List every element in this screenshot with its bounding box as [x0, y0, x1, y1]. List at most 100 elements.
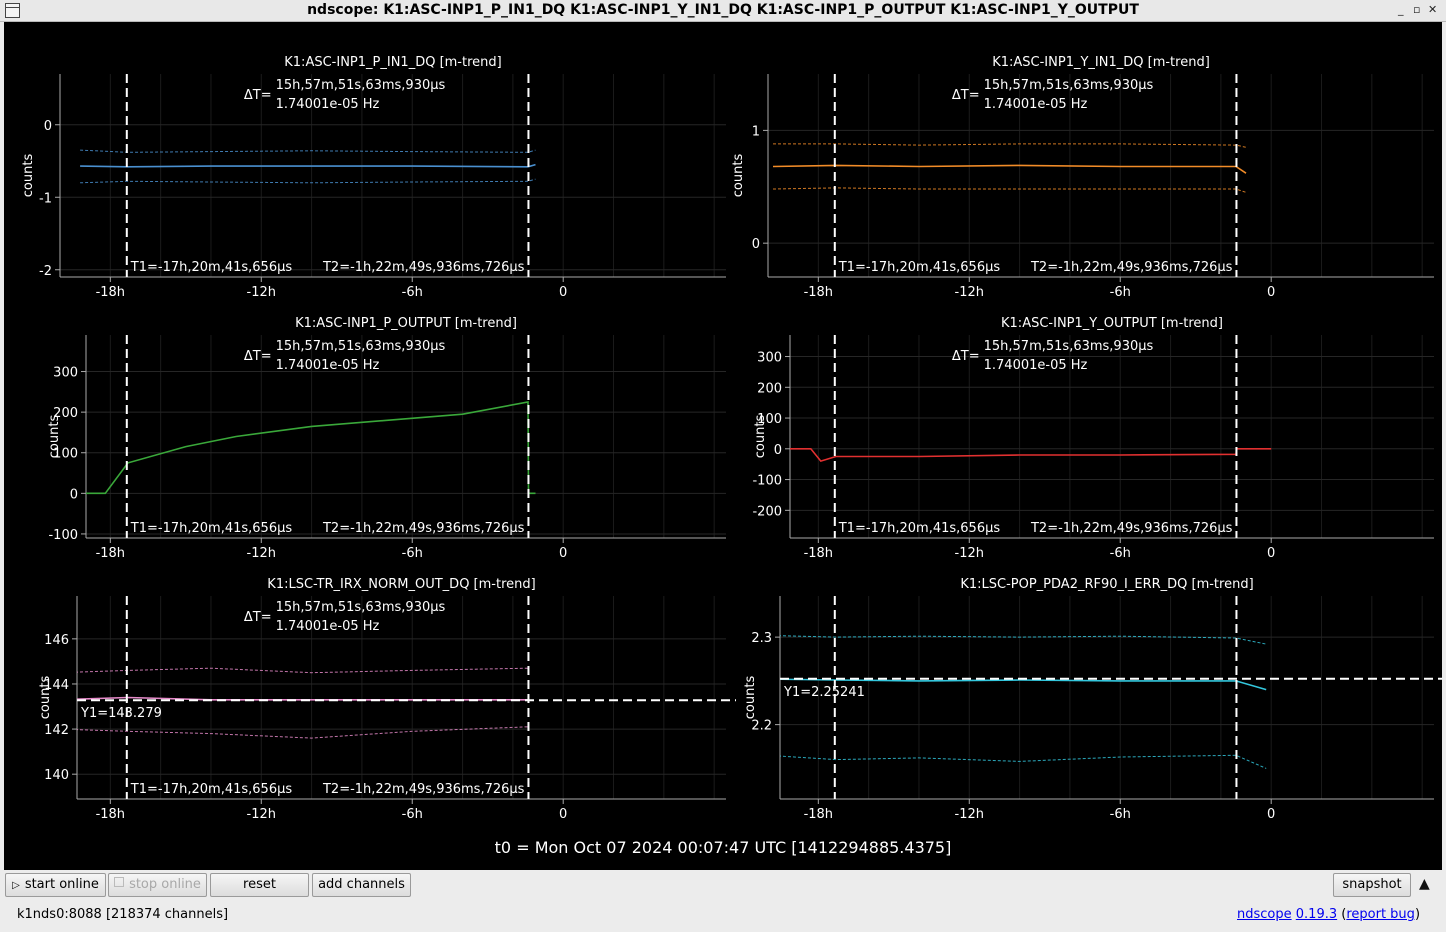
maximize-icon[interactable]: ▫ [1413, 3, 1420, 16]
y-tick-label: 142 [44, 723, 69, 738]
plot-traces [780, 635, 1267, 769]
version-link[interactable]: 0.19.3 [1296, 907, 1337, 922]
t1-cursor-label: T1=-17h,20m,41s,656µs [130, 782, 293, 797]
y-tick-label: 100 [757, 412, 782, 427]
y-tick-label: 100 [53, 447, 78, 462]
y-tick-label: -100 [752, 474, 782, 489]
add-channels-button[interactable]: add channels [312, 873, 411, 897]
x-tick-label: -12h [955, 807, 984, 822]
trace-max [77, 667, 529, 674]
expand-up-icon[interactable]: ▲ [1419, 876, 1430, 892]
t0-label: t0 = Mon Oct 07 2024 00:07:47 UTC [14122… [494, 838, 952, 857]
x-tick-label: -6h [1110, 807, 1131, 822]
plot-traces [77, 667, 529, 739]
y-tick-label: 0 [752, 237, 760, 252]
y-tick-label: 2.2 [751, 719, 772, 734]
t1-cursor-label: T1=-17h,20m,41s,656µs [130, 521, 293, 536]
snapshot-button[interactable]: snapshot [1333, 873, 1411, 897]
close-icon[interactable]: ✕ [1428, 3, 1437, 16]
plot-traces [80, 149, 536, 184]
x-tick-label: -12h [247, 807, 276, 822]
y-tick-label: 200 [53, 406, 78, 421]
y-tick-label: 1 [752, 124, 760, 139]
x-tick-label: 0 [1267, 807, 1275, 822]
delta-t-value: 15h,57m,51s,63ms,930µs [276, 600, 446, 615]
x-tick-label: 0 [559, 285, 567, 300]
x-tick-label: 0 [1267, 285, 1275, 300]
y-tick-label: 0 [70, 487, 78, 502]
plot-title: K1:ASC-INP1_P_IN1_DQ [m-trend] [284, 55, 501, 70]
window-title: ndscope: K1:ASC-INP1_P_IN1_DQ K1:ASC-INP… [307, 2, 1139, 18]
trace-min [77, 726, 529, 739]
x-tick-label: -6h [402, 807, 423, 822]
reset-button[interactable]: reset [210, 873, 309, 897]
y1-cursor-label: Y1=2.25241 [783, 685, 865, 700]
t2-cursor-label: T2=-1h,22m,49s,936ms,726µs [1030, 260, 1233, 275]
x-tick-label: 0 [559, 546, 567, 561]
y1-cursor-label: Y1=143.279 [80, 706, 162, 721]
delta-t-value: 15h,57m,51s,63ms,930µs [276, 339, 446, 354]
plots-canvas[interactable]: K1:ASC-INP1_P_IN1_DQ [m-trend] counts 0 -1 -… [4, 22, 1442, 870]
plot-title: K1:ASC-INP1_Y_IN1_DQ [m-trend] [992, 55, 1210, 70]
t1-cursor-label: T1=-17h,20m,41s,656µs [130, 260, 293, 275]
t1-cursor-label: T1=-17h,20m,41s,656µs [838, 521, 1001, 536]
y-tick-label: -1 [39, 191, 52, 206]
t2-cursor-label: T2=-1h,22m,49s,936ms,726µs [322, 521, 525, 536]
stop-icon: ■ [114, 877, 125, 887]
x-tick-label: -18h [804, 807, 833, 822]
y-tick-label: 140 [44, 768, 69, 783]
plot-title: K1:LSC-TR_IRX_NORM_OUT_DQ [m-trend] [267, 577, 535, 592]
y-tick-label: 0 [44, 119, 52, 134]
x-tick-label: -18h [96, 807, 125, 822]
plot-traces [772, 143, 1247, 193]
ndscope-link[interactable]: ndscope [1237, 907, 1292, 922]
delta-t-frequency: 1.74001e-05 Hz [276, 97, 380, 112]
start-online-button[interactable]: ▷ start online [5, 873, 106, 897]
x-tick-label: -12h [247, 546, 276, 561]
y-tick-label: 300 [757, 351, 782, 366]
plot-traces [86, 401, 536, 495]
trace-max [80, 149, 536, 153]
x-tick-label: -18h [804, 546, 833, 561]
trace-min [780, 754, 1267, 769]
x-tick-label: -12h [247, 285, 276, 300]
trace-min [80, 178, 536, 184]
y-tick-label: 200 [757, 381, 782, 396]
delta-t-label: ΔT= [244, 349, 272, 364]
plot-area[interactable]: K1:ASC-INP1_P_IN1_DQ [m-trend] counts 0 -1 -… [4, 22, 1442, 870]
y-tick-label: -2 [39, 264, 52, 279]
y-axis-label: counts [731, 154, 746, 198]
report-bug-link[interactable]: report bug [1346, 907, 1415, 922]
delta-t-label: ΔT= [952, 88, 980, 103]
x-tick-label: 0 [1267, 546, 1275, 561]
stop-online-button[interactable]: ■stop online [108, 873, 207, 897]
trace-mean [80, 163, 536, 168]
minimize-icon[interactable]: _ [1398, 3, 1404, 16]
x-tick-label: -12h [955, 285, 984, 300]
x-tick-label: -6h [402, 285, 423, 300]
y-axis-label: counts [21, 154, 36, 198]
x-tick-label: -18h [96, 285, 125, 300]
y-tick-label: -200 [752, 504, 782, 519]
delta-t-frequency: 1.74001e-05 Hz [984, 97, 1088, 112]
y-tick-label: 144 [44, 678, 69, 693]
delta-t-value: 15h,57m,51s,63ms,930µs [984, 339, 1154, 354]
delta-t-frequency: 1.74001e-05 Hz [276, 358, 380, 373]
status-server: k1nds0:8088 [218374 channels] [17, 907, 229, 922]
delta-t-label: ΔT= [952, 349, 980, 364]
trace-max [773, 143, 1247, 148]
delta-t-value: 15h,57m,51s,63ms,930µs [276, 78, 446, 93]
x-tick-label: -6h [1110, 285, 1131, 300]
trace-min [772, 187, 1247, 193]
delta-t-frequency: 1.74001e-05 Hz [276, 619, 380, 634]
plot-title: K1:ASC-INP1_Y_OUTPUT [m-trend] [1001, 316, 1223, 331]
y-tick-label: 300 [53, 366, 78, 381]
delta-t-label: ΔT= [244, 610, 272, 625]
x-tick-label: -18h [804, 285, 833, 300]
x-tick-label: -12h [955, 546, 984, 561]
t2-cursor-label: T2=-1h,22m,49s,936ms,726µs [1030, 521, 1233, 536]
y-tick-label: 0 [774, 443, 782, 458]
delta-t-label: ΔT= [244, 88, 272, 103]
delta-t-value: 15h,57m,51s,63ms,930µs [984, 78, 1154, 93]
title-bar: ndscope: K1:ASC-INP1_P_IN1_DQ K1:ASC-INP… [0, 0, 1446, 22]
